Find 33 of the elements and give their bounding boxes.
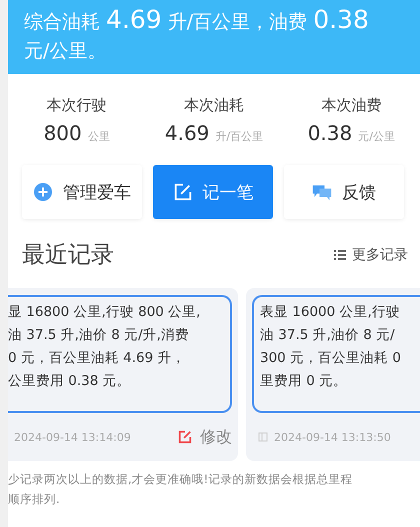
- record-text-line: 油 37.5 升,油价 8 元/升,消费: [8, 326, 190, 345]
- action-button[interactable]: 记一笔: [153, 165, 273, 219]
- stat-unit: 元/公里: [358, 129, 395, 144]
- stat-unit: 升/百公里: [215, 129, 264, 144]
- stat-value: 4.69: [164, 121, 210, 145]
- stat-label: 本次油耗: [184, 96, 244, 115]
- section-title: 最近记录: [22, 241, 114, 270]
- stat-value: 0.38: [308, 121, 352, 145]
- record-text-line: 300 元，百公里油耗 0: [260, 349, 402, 368]
- record-text-line: 显 16800 公里,行驶 800 公里,: [8, 303, 202, 322]
- record-text-line: 表显 16000 公里,行驶: [260, 303, 401, 322]
- edit-icon: [178, 430, 192, 444]
- stat-unit: 公里: [88, 129, 110, 144]
- more-records-link[interactable]: 更多记录: [334, 246, 408, 264]
- summary-text: 综合油耗 4.69 升/百公里，油费 0.38 元/公里。: [24, 6, 370, 64]
- hint-text: 少记录两次以上的数据,才会更准确哦!记录的新数据会根据总里程 顺序排列.: [8, 471, 354, 508]
- plus-circle-icon: [33, 182, 53, 202]
- record-text-line: 油 37.5 升,油价 8 元/: [260, 326, 396, 345]
- calendar-icon: [258, 432, 268, 442]
- record-card[interactable]: 表显 16000 公里,行驶 油 37.5 升,油价 8 元/ 300 元，百公里油耗 0 里费用 0 元。 2024-09-14 13:13:50: [246, 288, 420, 461]
- list-icon: [334, 250, 346, 260]
- record-text-line: 里费用 0 元。: [260, 372, 348, 391]
- stat-label: 本次行驶: [46, 96, 107, 115]
- action-button[interactable]: 反馈: [284, 165, 404, 219]
- record-date: 2024-09-14 13:14:09: [14, 430, 131, 444]
- record-text-line: 公里费用 0.38 元。: [8, 372, 132, 391]
- edit-icon: [172, 182, 192, 202]
- action-button[interactable]: 管理爱车: [22, 165, 142, 219]
- record-card[interactable]: 显 16800 公里,行驶 800 公里, 油 37.5 升,油价 8 元/升,消费 0 元，百公里油耗 4.69 升， 公里费用 0.38 元。 2024-09-14 13:14:09 修改: [8, 288, 238, 461]
- record-text-line: 0 元，百公里油耗 4.69 升，: [8, 349, 187, 368]
- record-date: 2024-09-14 13:13:50: [274, 430, 391, 444]
- stat-value: 800: [44, 121, 82, 145]
- stat-label: 本次油费: [321, 96, 382, 115]
